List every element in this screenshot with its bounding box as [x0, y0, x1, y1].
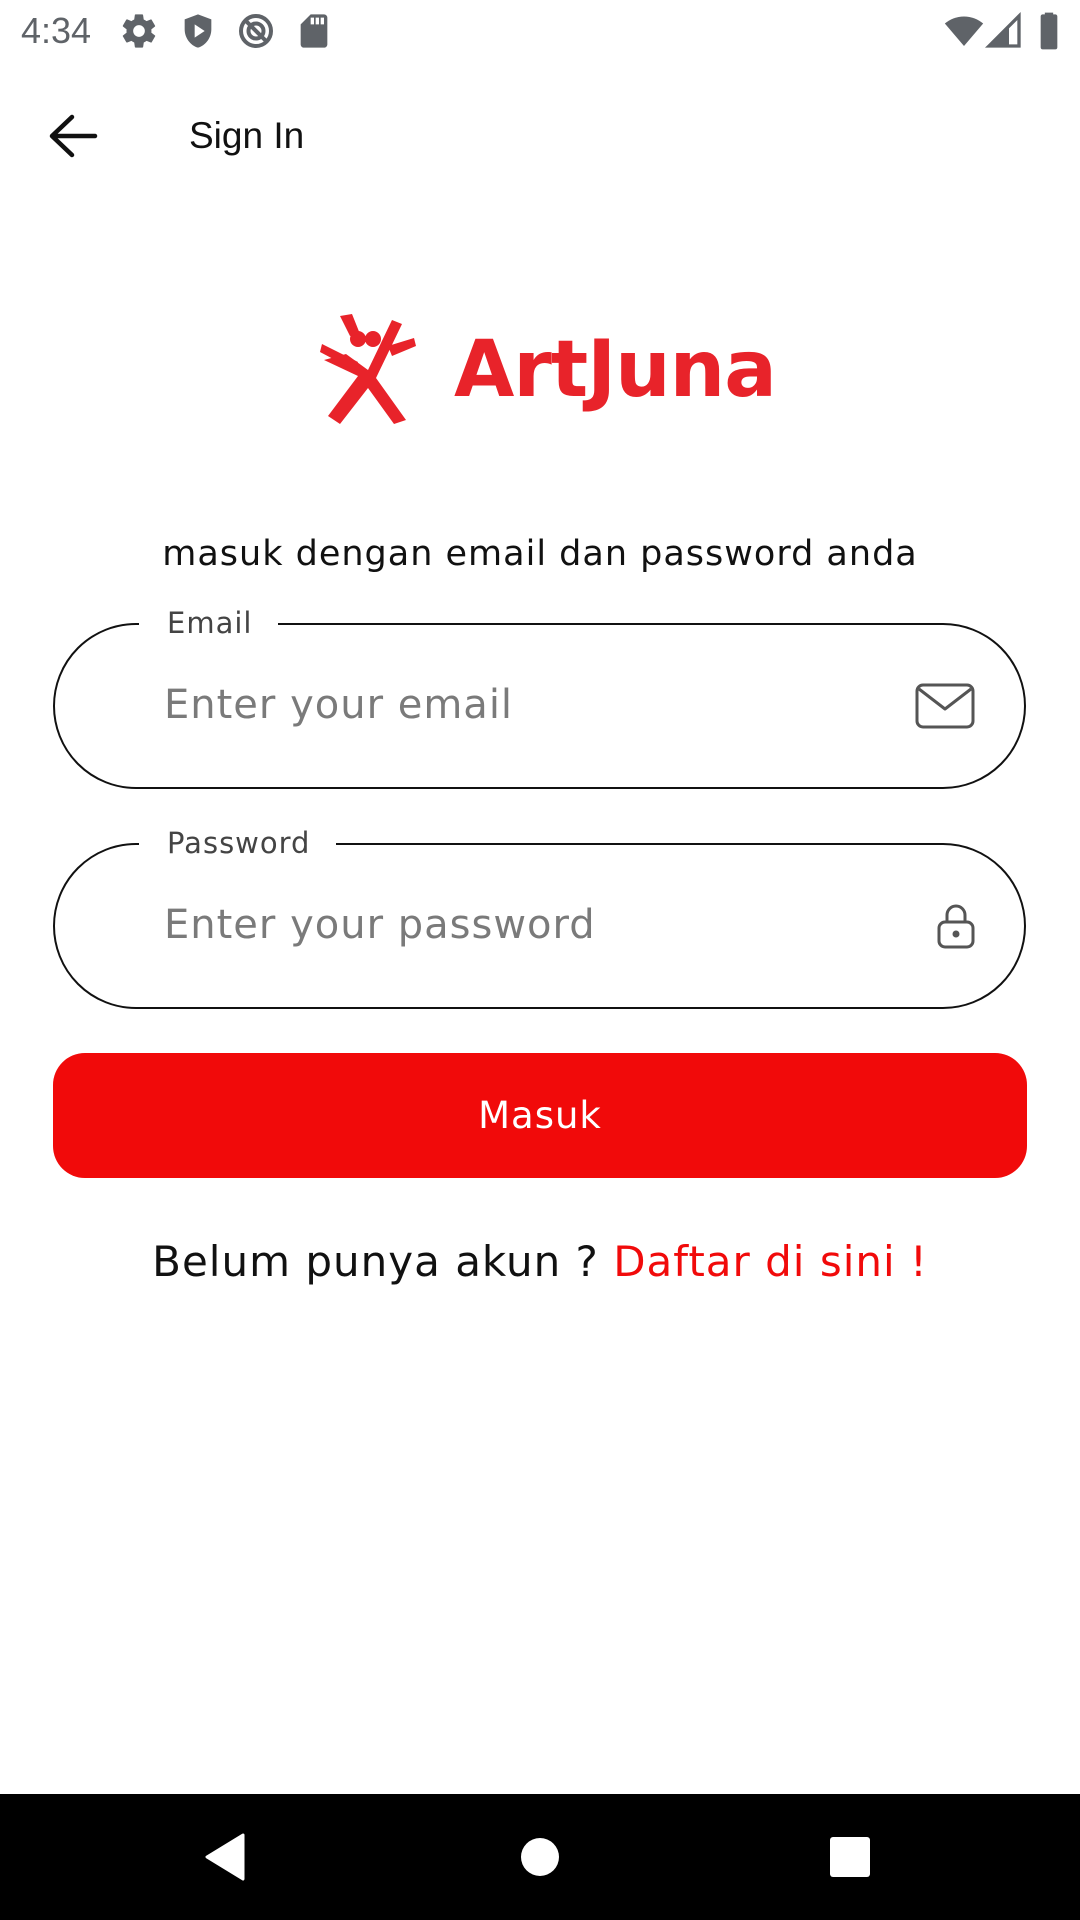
password-field[interactable]: Password — [53, 821, 1026, 1009]
mail-icon — [915, 683, 975, 729]
cell-signal-icon — [984, 11, 1021, 48]
recents-square-icon — [830, 1837, 870, 1877]
artjuna-logo-mark-icon — [320, 314, 416, 424]
sd-card-icon — [300, 14, 328, 48]
status-time: 4:34 — [21, 10, 92, 51]
page-title: Sign In — [189, 115, 305, 156]
login-button[interactable]: Masuk — [53, 1053, 1027, 1178]
password-input[interactable] — [164, 890, 884, 960]
signup-prompt-text: Belum punya akun ? — [152, 1237, 614, 1286]
password-label: Password — [139, 821, 337, 865]
arrow-left-icon — [49, 114, 98, 158]
form-subtitle: masuk dengan email dan password anda — [162, 534, 918, 574]
signup-prompt: Belum punya akun ? Daftar di sini ! — [0, 1232, 1080, 1292]
gear-icon — [122, 14, 156, 48]
home-circle-icon — [521, 1838, 559, 1876]
no-sync-icon — [239, 14, 273, 48]
back-button[interactable] — [34, 106, 112, 166]
app-bar: Sign In — [0, 62, 1080, 210]
nav-home-button[interactable] — [510, 1827, 570, 1887]
nav-back-button[interactable] — [195, 1827, 255, 1887]
app-logo: ArtJuna — [318, 305, 777, 430]
shield-icon — [184, 14, 212, 48]
battery-icon — [1040, 12, 1058, 50]
signup-link[interactable]: Daftar di sini ! — [613, 1237, 928, 1286]
system-nav-bar — [0, 1794, 1080, 1920]
logo-text: ArtJuna — [454, 325, 777, 415]
nav-recents-button[interactable] — [820, 1827, 880, 1887]
back-triangle-icon — [205, 1833, 245, 1881]
email-field[interactable]: Email — [53, 601, 1026, 789]
wifi-icon — [944, 16, 984, 46]
email-label: Email — [139, 601, 279, 645]
status-bar: 4:34 — [0, 0, 1080, 62]
lock-icon — [937, 904, 975, 949]
email-input[interactable] — [164, 670, 884, 740]
